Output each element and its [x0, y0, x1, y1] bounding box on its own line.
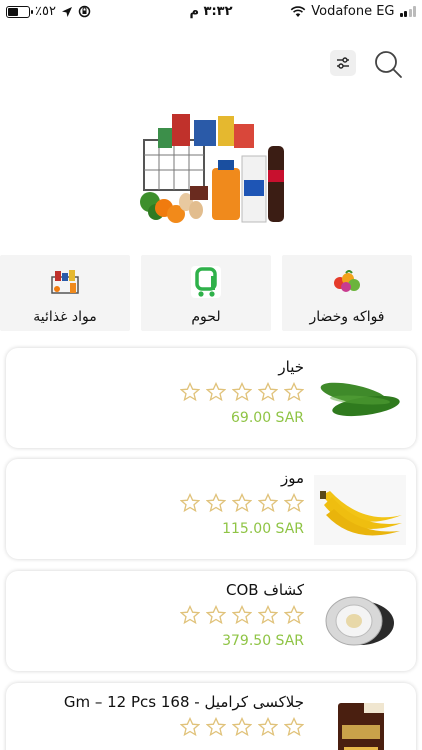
- star-icon[interactable]: [284, 493, 304, 513]
- category-label: مواد غذائية: [33, 309, 97, 325]
- star-icon[interactable]: [206, 382, 226, 402]
- star-icon[interactable]: [284, 382, 304, 402]
- galaxy-chocolate-image: [314, 699, 406, 750]
- product-price: 379.50 SAR: [222, 633, 304, 649]
- product-card[interactable]: جلاكسى كراميل - 168 Gm – 12 Pcs: [6, 683, 416, 750]
- star-rating[interactable]: [180, 605, 304, 625]
- carrier-name: Vodafone EG: [311, 4, 395, 19]
- category-label: لحوم: [191, 309, 221, 325]
- star-rating[interactable]: [180, 717, 304, 737]
- banana-image: [314, 475, 406, 545]
- star-icon[interactable]: [284, 717, 304, 737]
- product-price: 115.00 SAR: [222, 521, 304, 537]
- star-icon[interactable]: [284, 605, 304, 625]
- fruits-vegetables-icon: [330, 265, 364, 299]
- star-icon[interactable]: [258, 605, 278, 625]
- product-name: جلاكسى كراميل - 168 Gm – 12 Pcs: [63, 693, 304, 711]
- wifi-icon: [290, 5, 306, 17]
- star-icon[interactable]: [258, 493, 278, 513]
- category-label: فواكه وخضار: [309, 309, 385, 325]
- star-rating[interactable]: [180, 382, 304, 402]
- product-card[interactable]: كشاف COB 379.50 SAR: [6, 571, 416, 671]
- cucumber-image: [314, 364, 406, 434]
- star-icon[interactable]: [206, 717, 226, 737]
- groceries-icon: [48, 265, 82, 299]
- product-name: موز: [280, 469, 304, 487]
- star-icon[interactable]: [206, 605, 226, 625]
- category-groceries[interactable]: مواد غذائية: [0, 255, 130, 331]
- search-button[interactable]: [372, 48, 404, 80]
- grocery-basket-illustration: [140, 114, 284, 223]
- star-icon[interactable]: [258, 382, 278, 402]
- star-icon[interactable]: [180, 493, 200, 513]
- star-icon[interactable]: [258, 717, 278, 737]
- product-name: كشاف COB: [226, 581, 304, 599]
- cellular-signal-icon: [399, 6, 416, 17]
- star-icon[interactable]: [232, 382, 252, 402]
- search-icon: [375, 51, 402, 78]
- category-meat[interactable]: لحوم: [141, 255, 271, 331]
- product-price: 69.00 SAR: [231, 410, 304, 426]
- status-bar: ٪٥٢ ٣:٣٢ م Vodafone EG: [0, 0, 422, 24]
- star-icon[interactable]: [232, 717, 252, 737]
- star-icon[interactable]: [206, 493, 226, 513]
- product-card[interactable]: موز 115.00 SAR: [6, 459, 416, 559]
- star-icon[interactable]: [180, 605, 200, 625]
- sliders-icon: [337, 57, 349, 69]
- filter-button[interactable]: [330, 50, 356, 76]
- star-icon[interactable]: [180, 382, 200, 402]
- product-name: خيار: [278, 358, 304, 376]
- cart-logo-icon: [189, 265, 223, 299]
- product-card[interactable]: خيار 69.00 SAR: [6, 348, 416, 448]
- category-fruits-vegetables[interactable]: فواكه وخضار: [282, 255, 412, 331]
- status-right: Vodafone EG: [290, 4, 416, 19]
- star-icon[interactable]: [232, 605, 252, 625]
- cob-spotlight-image: [314, 587, 406, 657]
- star-icon[interactable]: [232, 493, 252, 513]
- star-rating[interactable]: [180, 493, 304, 513]
- star-icon[interactable]: [180, 717, 200, 737]
- hero-banner: [134, 110, 288, 232]
